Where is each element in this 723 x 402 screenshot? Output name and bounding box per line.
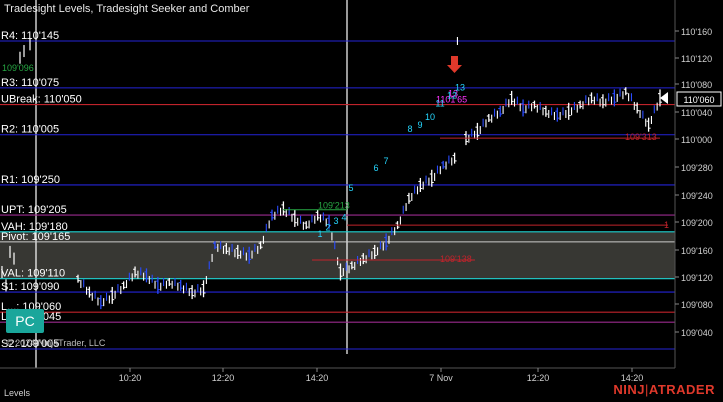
seeker-count-label: 7 [383,156,388,166]
seeker-count-label: 9 [417,120,422,130]
left-clip-label: 109'096 [2,63,34,73]
level-label: R3: 110'075 [1,77,59,89]
price-tick-label: 110'160 [681,27,712,37]
down-arrow-icon [447,56,462,73]
time-tick-label: 12:20 [527,373,550,383]
price-tick-label: 109'200 [681,218,713,228]
seeker-count-label: 5 [348,183,353,193]
current-price-label: 110'060 [683,95,714,105]
chart-title: Tradesight Levels, Tradesight Seeker and… [4,3,250,15]
level-label: R2: 110'005 [1,124,59,136]
seeker-count-label: 10 [425,112,435,122]
level-label: UBreak: 110'050 [1,94,82,106]
brand-left: NINJ [613,382,646,397]
price-tick-label: 110'080 [681,80,712,90]
seeker-count-label: 13 [455,83,465,93]
price-tick-label: 109'080 [681,300,713,310]
zone-top-label: 109'213 [318,201,350,211]
seeker-count-label: 1 [317,229,322,239]
tab-levels[interactable]: Levels [4,388,30,398]
zone-bottom-label: 109'138 [440,254,472,264]
price-tick-label: 109'160 [681,246,713,256]
seeker-count-label: 2 [325,223,330,233]
seeker-count-label: 6 [373,163,378,173]
price-tick-label: 110'040 [681,108,712,118]
time-tick-label: 14:20 [306,373,329,383]
price-chart[interactable]: R4: 110'145R3: 110'075UBreak: 110'050R2:… [0,0,723,402]
seeker-count-label: 3 [333,216,338,226]
time-tick-label: 12:20 [212,373,235,383]
seeker-count-label: 4 [341,212,346,222]
level-label: Pivot: 109'165 [1,231,70,243]
level-label: VAL: 109'110 [1,268,65,280]
pc-button[interactable]: PC [6,309,44,333]
level-label: S1: 109'090 [1,281,59,293]
ninjatrader-logo: NINJ|ATRADER [613,382,715,397]
time-tick-label: 7 Nov [429,373,453,383]
level-label: UPT: 109'205 [1,204,67,216]
price-tick-label: 109'280 [681,163,713,173]
right-edge-marker: 1 [664,220,669,230]
price-tick-label: 110'120 [681,54,712,64]
level-label: R1: 109'250 [1,174,60,186]
time-tick-label: 10:20 [119,373,142,383]
value-area-band [0,231,675,279]
copyright-text: © 2024 NinjaTrader, LLC [6,338,106,348]
seeker-count-label: 11 [435,99,444,109]
brand-right: ATRADER [648,382,715,397]
resistance-label: 109'313 [625,132,657,142]
price-tick-label: 110'000 [681,135,712,145]
price-tick-label: 109'120 [681,273,713,283]
seeker-count-label: 8 [407,124,412,134]
price-tick-label: 109'240 [681,191,713,201]
price-tick-label: 109'040 [681,328,713,338]
